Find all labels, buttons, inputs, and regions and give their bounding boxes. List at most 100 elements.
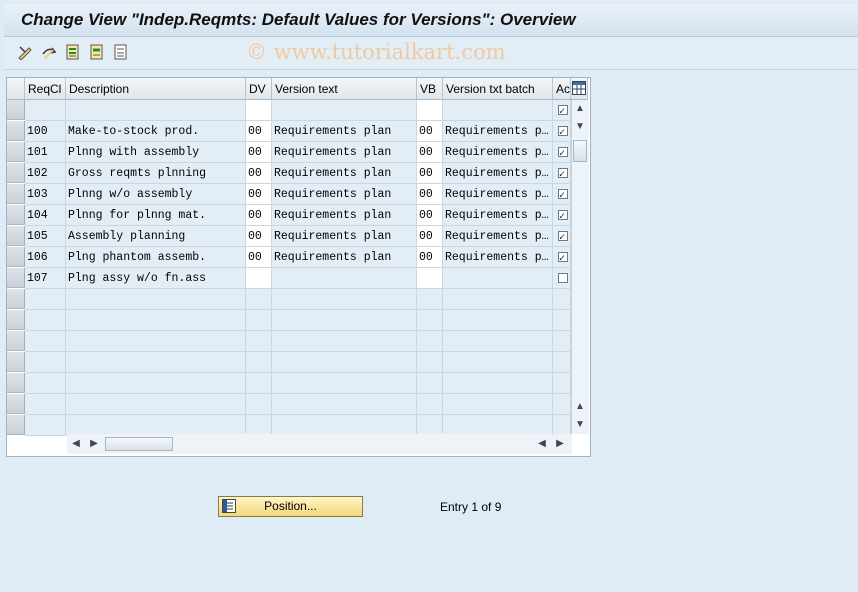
display-change-icon[interactable] — [17, 44, 33, 61]
cell-description — [66, 289, 246, 310]
cell-vb[interactable] — [417, 268, 443, 289]
cell-version-text — [272, 331, 417, 352]
row-selector[interactable] — [7, 100, 25, 120]
cell-dv — [246, 289, 272, 310]
cell-active — [553, 184, 571, 205]
cell-dv[interactable] — [246, 100, 272, 121]
active-checkbox[interactable] — [558, 123, 568, 141]
cell-version-txt-batch — [443, 394, 553, 415]
row-selector[interactable] — [7, 247, 25, 267]
cell-dv[interactable]: 00 — [246, 226, 272, 247]
cell-vb[interactable]: 00 — [417, 121, 443, 142]
scroll-left-icon[interactable]: ◀ — [69, 437, 83, 451]
row-selector[interactable] — [7, 394, 25, 414]
column-header-active[interactable]: Ac — [553, 78, 571, 100]
horizontal-scroll-thumb[interactable] — [105, 437, 173, 451]
column-header-version-txt-batch[interactable]: Version txt batch — [443, 78, 553, 100]
cell-version-txt-batch — [443, 415, 553, 436]
cell-active — [553, 331, 571, 352]
row-selector[interactable] — [7, 289, 25, 309]
row-selector[interactable] — [7, 121, 25, 141]
cell-vb — [417, 373, 443, 394]
cell-dv[interactable]: 00 — [246, 205, 272, 226]
active-checkbox[interactable] — [558, 144, 568, 162]
row-selector[interactable] — [7, 415, 25, 435]
cell-version-text — [272, 415, 417, 436]
title-bar: Change View "Indep.Reqmts: Default Value… — [4, 4, 858, 37]
active-checkbox[interactable] — [558, 186, 568, 204]
other-entry-icon[interactable] — [41, 44, 57, 60]
cell-description — [66, 415, 246, 436]
column-header-description[interactable]: Description — [66, 78, 246, 100]
cell-vb[interactable]: 00 — [417, 226, 443, 247]
select-all-icon[interactable] — [65, 44, 81, 60]
cell-vb[interactable]: 00 — [417, 142, 443, 163]
cell-active — [553, 205, 571, 226]
scroll-up-icon[interactable]: ▲ — [573, 102, 587, 116]
horizontal-scrollbar[interactable]: ◀ ▶ ◀ ▶ — [67, 434, 572, 454]
active-checkbox[interactable] — [558, 273, 568, 283]
row-selector[interactable] — [7, 184, 25, 204]
cell-reqcl — [25, 331, 66, 352]
cell-description — [66, 394, 246, 415]
cell-vb[interactable] — [417, 100, 443, 121]
cell-dv[interactable]: 00 — [246, 247, 272, 268]
cell-version-txt-batch — [443, 331, 553, 352]
cell-active — [553, 373, 571, 394]
scroll-right-icon[interactable]: ▶ — [87, 437, 101, 451]
column-header-reqcl[interactable]: ReqCl — [25, 78, 66, 100]
active-checkbox[interactable] — [558, 249, 568, 267]
row-selector[interactable] — [7, 331, 25, 351]
scroll-end-right-icon[interactable]: ▶ — [553, 437, 567, 451]
column-header-dv[interactable]: DV — [246, 78, 272, 100]
cell-version-text — [272, 373, 417, 394]
cell-dv[interactable]: 00 — [246, 163, 272, 184]
cell-vb[interactable]: 00 — [417, 163, 443, 184]
cell-dv[interactable]: 00 — [246, 142, 272, 163]
cell-reqcl: 103 — [25, 184, 66, 205]
row-selector[interactable] — [7, 205, 25, 225]
scroll-page-down-icon[interactable]: ▼ — [573, 418, 587, 432]
cell-vb[interactable]: 00 — [417, 247, 443, 268]
select-all-rows-corner[interactable] — [7, 78, 25, 100]
active-checkbox[interactable] — [558, 207, 568, 225]
select-block-icon[interactable] — [89, 44, 105, 60]
cell-version-txt-batch — [443, 289, 553, 310]
scroll-end-left-icon[interactable]: ◀ — [535, 437, 549, 451]
cell-version-text — [272, 100, 417, 121]
cell-dv[interactable]: 00 — [246, 184, 272, 205]
position-button[interactable]: Position... — [218, 496, 363, 517]
watermark: © www.tutorialkart.com — [246, 40, 506, 64]
row-selector[interactable] — [7, 352, 25, 372]
active-checkbox[interactable] — [558, 102, 568, 120]
column-header-version-text[interactable]: Version text — [272, 78, 417, 100]
cell-dv — [246, 331, 272, 352]
active-checkbox[interactable] — [558, 228, 568, 246]
row-selector[interactable] — [7, 268, 25, 288]
vertical-scroll-thumb[interactable] — [573, 140, 587, 162]
row-selector[interactable] — [7, 163, 25, 183]
cell-dv — [246, 394, 272, 415]
cell-description — [66, 352, 246, 373]
column-header-vb[interactable]: VB — [417, 78, 443, 100]
cell-dv[interactable] — [246, 268, 272, 289]
cell-dv — [246, 415, 272, 436]
row-selector[interactable] — [7, 373, 25, 393]
row-selector[interactable] — [7, 142, 25, 162]
row-selector[interactable] — [7, 226, 25, 246]
cell-active — [553, 121, 571, 142]
cell-description: Plng assy w/o fn.ass — [66, 268, 246, 289]
cell-vb[interactable]: 00 — [417, 205, 443, 226]
table-settings-icon[interactable] — [571, 78, 588, 100]
cell-vb[interactable]: 00 — [417, 184, 443, 205]
row-selector[interactable] — [7, 310, 25, 330]
cell-version-text — [272, 394, 417, 415]
cell-dv[interactable]: 00 — [246, 121, 272, 142]
deselect-all-icon[interactable] — [113, 44, 129, 60]
scroll-down-icon[interactable]: ▼ — [573, 120, 587, 134]
scroll-page-up-icon[interactable]: ▲ — [573, 400, 587, 414]
cell-version-text: Requirements plan — [272, 163, 417, 184]
vertical-scrollbar[interactable]: ▲ ▼ ▲ ▼ — [571, 100, 589, 434]
active-checkbox[interactable] — [558, 165, 568, 183]
cell-version-txt-batch — [443, 352, 553, 373]
